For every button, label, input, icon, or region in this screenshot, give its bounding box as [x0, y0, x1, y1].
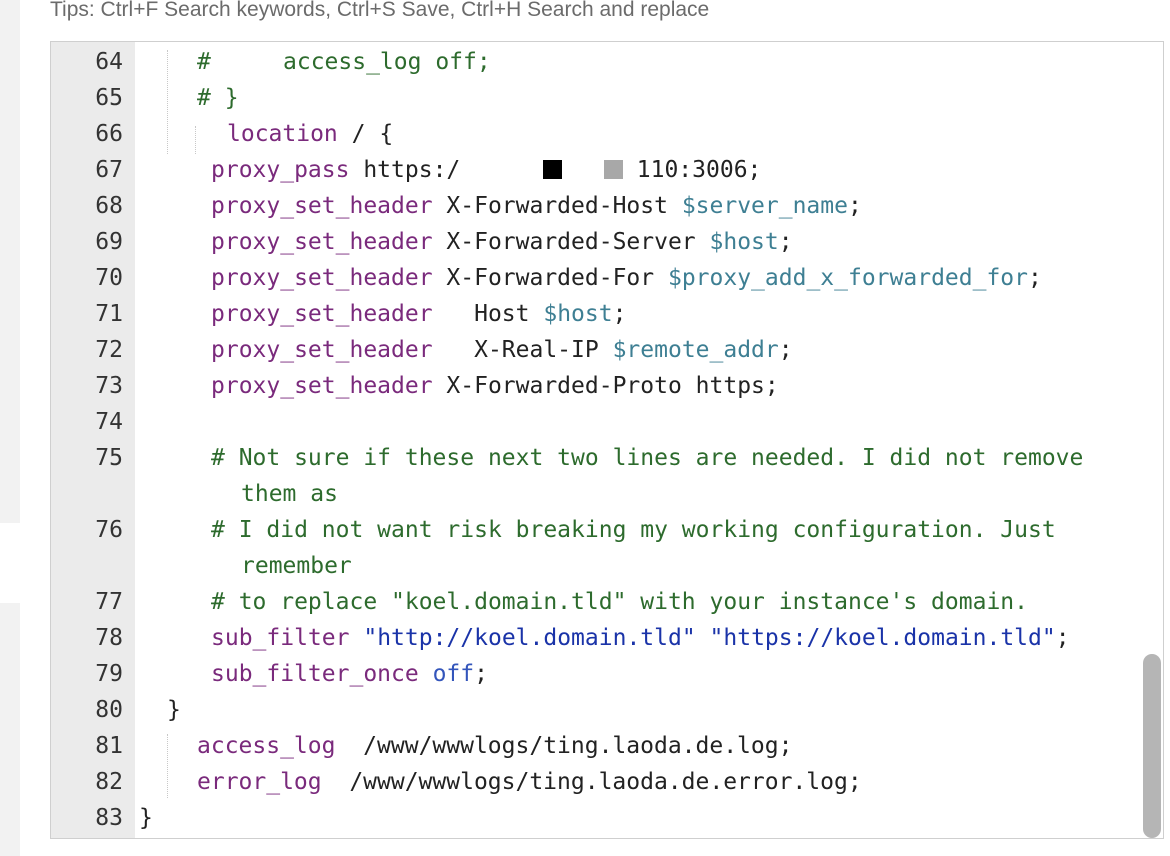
line-number: 64 — [95, 49, 123, 75]
line-number: 69 — [95, 229, 123, 255]
code-text: Host — [432, 301, 544, 327]
variable: $host — [709, 229, 779, 255]
directive-keyword: proxy_set_header — [211, 265, 433, 291]
comment-text: # to replace "koel.domain.tld" with your… — [211, 589, 1028, 615]
line-number: 77 — [95, 589, 123, 615]
code-text: X-Forwarded-For — [432, 265, 668, 291]
code-text: https:/ — [349, 157, 461, 183]
directive-keyword: sub_filter_once — [211, 661, 419, 687]
line-number: 71 — [95, 301, 123, 327]
string-literal: "https://koel.domain.tld" — [709, 625, 1056, 651]
line-number: 78 — [95, 625, 123, 651]
code-text: X-Forwarded-Server — [432, 229, 710, 255]
code-text: } — [167, 697, 181, 723]
scrollbar-thumb[interactable] — [1143, 654, 1161, 838]
code-text: /www/wwwlogs/ting.laoda.de.error.log; — [321, 769, 862, 795]
code-line[interactable]: 72 proxy_set_header X-Real-IP $remote_ad… — [51, 334, 1163, 370]
code-text: ; — [778, 229, 793, 255]
code-line[interactable]: 81 access_log /www/wwwlogs/ting.laoda.de… — [51, 730, 1163, 766]
code-text: ; — [778, 337, 793, 363]
variable: $server_name — [681, 193, 848, 219]
redaction-block — [543, 160, 563, 179]
code-line[interactable]: 69 proxy_set_header X-Forwarded-Server $… — [51, 226, 1163, 262]
comment-text-wrapped: remember — [241, 553, 352, 579]
vertical-scrollbar[interactable] — [1141, 42, 1163, 838]
value-keyword: off — [432, 661, 475, 687]
line-number: 76 — [95, 517, 123, 543]
code-line[interactable]: 68 proxy_set_header X-Forwarded-Host $se… — [51, 190, 1163, 226]
code-editor[interactable]: 64 # access_log off; 65 # } 66 location … — [50, 41, 1164, 839]
directive-keyword: location — [227, 121, 338, 147]
line-number: 68 — [95, 193, 123, 219]
code-text: ; — [474, 661, 488, 687]
variable: $proxy_add_x_forwarded_for — [667, 265, 1028, 291]
code-text: } — [139, 805, 153, 831]
redaction-block — [603, 160, 623, 179]
line-number: 79 — [95, 661, 123, 687]
code-line[interactable]: 74 — [51, 406, 1163, 442]
code-line[interactable]: 75 # Not sure if these next two lines ar… — [51, 442, 1163, 514]
variable: $remote_addr — [612, 337, 779, 363]
comment-text: # I did not want risk breaking my workin… — [211, 517, 1056, 543]
code-line[interactable]: 82 error_log /www/wwwlogs/ting.laoda.de.… — [51, 766, 1163, 802]
line-number: 66 — [95, 121, 123, 147]
directive-keyword: access_log — [197, 733, 336, 759]
code-line[interactable]: 66 location / { — [51, 118, 1163, 154]
left-panel-strip — [0, 0, 20, 523]
directive-keyword: proxy_set_header — [211, 373, 433, 399]
code-text: /www/wwwlogs/ting.laoda.de.log; — [335, 733, 793, 759]
code-line[interactable]: 65 # } — [51, 82, 1163, 118]
line-number: 67 — [95, 157, 123, 183]
line-number: 72 — [95, 337, 123, 363]
code-text: 110:3006; — [636, 157, 762, 183]
line-number: 65 — [95, 85, 123, 111]
code-line[interactable]: 77 # to replace "koel.domain.tld" with y… — [51, 586, 1163, 622]
code-line[interactable]: 78 sub_filter "http://koel.domain.tld" "… — [51, 622, 1163, 658]
line-number: 83 — [95, 805, 123, 831]
line-number: 81 — [95, 733, 123, 759]
directive-keyword: sub_filter — [211, 625, 350, 651]
line-number: 74 — [95, 409, 123, 435]
code-line[interactable]: 70 proxy_set_header X-Forwarded-For $pro… — [51, 262, 1163, 298]
comment-text: # Not sure if these next two lines are n… — [211, 445, 1084, 471]
code-text: X-Forwarded-Proto https; — [432, 373, 779, 399]
line-number: 80 — [95, 697, 123, 723]
code-line[interactable]: 64 # access_log off; — [51, 46, 1163, 82]
code-text: X-Real-IP — [432, 337, 613, 363]
code-line[interactable]: 79 sub_filter_once off; — [51, 658, 1163, 694]
code-lines: 64 # access_log off; 65 # } 66 location … — [51, 46, 1163, 838]
string-literal: "http://koel.domain.tld" — [363, 625, 696, 651]
code-line[interactable]: 83 } — [51, 802, 1163, 838]
code-line[interactable]: 76 # I did not want risk breaking my wor… — [51, 514, 1163, 586]
directive-keyword: error_log — [197, 769, 322, 795]
code-text: ; — [1055, 625, 1070, 651]
comment-hash: # — [197, 49, 211, 75]
directive-keyword: proxy_set_header — [211, 193, 433, 219]
code-line[interactable]: 80 } — [51, 694, 1163, 730]
directive-keyword: proxy_set_header — [211, 337, 433, 363]
code-text: ; — [612, 301, 627, 327]
variable: $host — [543, 301, 613, 327]
tips-text: Tips: Ctrl+F Search keywords, Ctrl+S Sav… — [50, 0, 710, 21]
code-line[interactable]: 67 proxy_pass https:/ 110:3006; — [51, 154, 1163, 190]
comment-text: access_log off; — [283, 49, 491, 75]
directive-keyword: proxy_pass — [211, 157, 350, 183]
line-number: 70 — [95, 265, 123, 291]
comment-text-wrapped: them as — [241, 481, 338, 507]
directive-keyword: proxy_set_header — [211, 301, 433, 327]
comment-text: # } — [197, 85, 239, 111]
code-text: ; — [1028, 265, 1042, 291]
line-number: 75 — [95, 445, 123, 471]
left-panel-strip — [0, 603, 20, 856]
directive-keyword: proxy_set_header — [211, 229, 433, 255]
code-line[interactable]: 71 proxy_set_header Host $host; — [51, 298, 1163, 334]
line-number: 82 — [95, 769, 123, 795]
code-text: ; — [847, 193, 862, 219]
line-number: 73 — [95, 373, 123, 399]
code-text: X-Forwarded-Host — [432, 193, 682, 219]
code-line[interactable]: 73 proxy_set_header X-Forwarded-Proto ht… — [51, 370, 1163, 406]
code-text: / { — [337, 121, 394, 147]
